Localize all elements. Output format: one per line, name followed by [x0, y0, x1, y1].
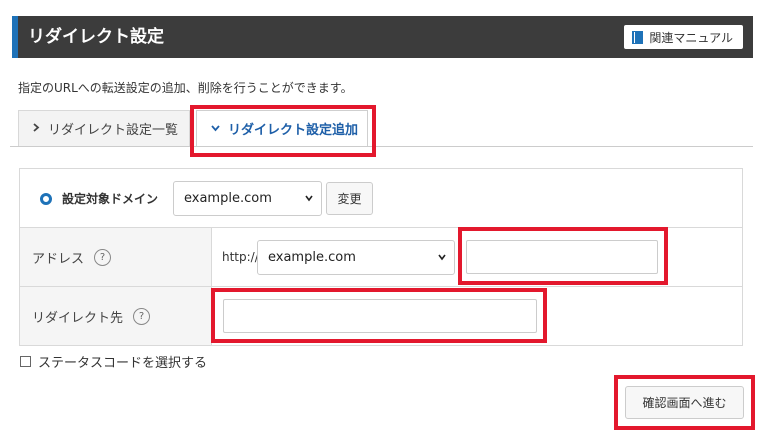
- domain-radio[interactable]: [40, 193, 52, 205]
- protocol-prefix: http://: [222, 250, 259, 264]
- redirect-label-cell: リダイレクト先 ?: [20, 287, 212, 345]
- tabs-divider: [10, 146, 753, 147]
- domain-label: 設定対象ドメイン: [62, 192, 159, 206]
- manual-button[interactable]: 関連マニュアル: [624, 25, 743, 49]
- address-domain-value: example.com: [268, 250, 356, 265]
- redirect-form: 設定対象ドメイン example.com 変更 アドレス ? http:// e…: [19, 168, 743, 346]
- redirect-row: リダイレクト先 ?: [20, 287, 742, 345]
- confirm-button[interactable]: 確認画面へ進む: [625, 386, 744, 419]
- status-code-option[interactable]: ステータスコードを選択する: [20, 352, 207, 371]
- address-domain-select[interactable]: example.com: [257, 240, 455, 275]
- change-domain-button[interactable]: 変更: [326, 182, 373, 215]
- chevron-down-icon: [305, 195, 313, 202]
- page-description: 指定のURLへの転送設定の追加、削除を行うことができます。: [18, 81, 353, 95]
- page-title: リダイレクト設定: [28, 27, 164, 47]
- tab-redirect-list[interactable]: リダイレクト設定一覧: [18, 110, 190, 146]
- tab-label: リダイレクト設定追加: [228, 123, 359, 138]
- help-icon[interactable]: ?: [133, 307, 151, 325]
- change-button-label: 変更: [337, 192, 362, 206]
- status-code-checkbox[interactable]: [20, 356, 31, 367]
- domain-select-value: example.com: [184, 191, 272, 206]
- address-row: アドレス ? http:// example.com: [20, 228, 742, 287]
- chevron-right-icon: [33, 122, 40, 135]
- redirect-label: リダイレクト先: [32, 310, 124, 326]
- page-header: リダイレクト設定 関連マニュアル: [12, 16, 753, 58]
- book-icon: [632, 30, 644, 44]
- help-icon[interactable]: ?: [94, 248, 112, 266]
- header-accent-bar: [12, 16, 18, 58]
- tab-label: リダイレクト設定一覧: [48, 123, 179, 138]
- redirect-url-input[interactable]: [223, 299, 537, 333]
- address-label-cell: アドレス ?: [20, 228, 212, 286]
- status-code-label: ステータスコードを選択する: [38, 356, 208, 371]
- domain-row: 設定対象ドメイン example.com 変更: [20, 169, 742, 228]
- address-label: アドレス: [32, 251, 85, 267]
- manual-button-label: 関連マニュアル: [649, 30, 733, 45]
- domain-select[interactable]: example.com: [173, 181, 322, 216]
- chevron-down-icon: [438, 254, 446, 261]
- chevron-down-icon: [211, 122, 220, 135]
- tab-redirect-add[interactable]: リダイレクト設定追加: [196, 110, 368, 147]
- address-path-input[interactable]: [466, 240, 658, 274]
- confirm-button-label: 確認画面へ進む: [642, 396, 727, 410]
